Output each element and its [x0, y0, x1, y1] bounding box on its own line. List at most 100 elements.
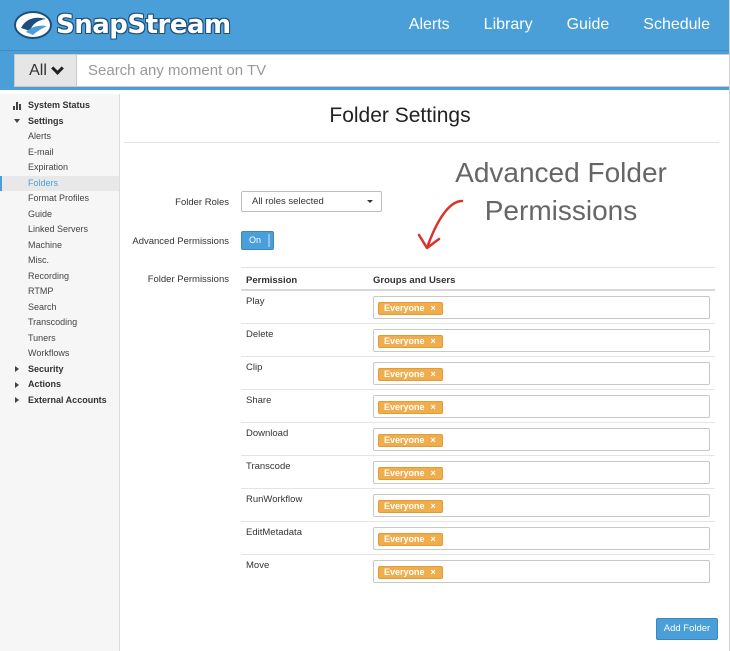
sidebar-item-guide[interactable]: Guide [0, 207, 119, 223]
sidebar-item-label: Security [28, 363, 64, 374]
folder-roles-label: Folder Roles [175, 197, 229, 208]
settings-sidebar: System Status Settings Alerts E-mail Exp… [0, 94, 120, 651]
groups-input[interactable]: Everyone × [373, 494, 710, 517]
remove-tag-icon[interactable]: × [431, 468, 436, 478]
nav-alerts[interactable]: Alerts [409, 16, 450, 34]
groups-input[interactable]: Everyone × [373, 461, 710, 484]
main-nav: Alerts Library Guide Schedule [375, 0, 710, 50]
group-tag-label: Everyone [384, 567, 425, 577]
sidebar-item-search[interactable]: Search [0, 300, 119, 316]
group-tag-label: Everyone [384, 303, 425, 313]
permission-name: Share [246, 395, 272, 406]
permission-name: Play [246, 296, 265, 307]
red-arrow-icon [417, 199, 464, 250]
remove-tag-icon[interactable]: × [431, 336, 436, 346]
caret-right-icon [12, 393, 22, 408]
sidebar-item-label: System Status [28, 100, 91, 110]
groups-input[interactable]: Everyone × [373, 527, 710, 550]
annotation-line-2: Permissions [484, 195, 638, 226]
groups-input[interactable]: Everyone × [373, 428, 710, 451]
group-tag: Everyone × [378, 566, 443, 579]
remove-tag-icon[interactable]: × [431, 501, 436, 511]
groups-input[interactable]: Everyone × [373, 395, 710, 418]
sidebar-item-label: Settings [28, 115, 64, 126]
sidebar-item-folders[interactable]: Folders [0, 175, 119, 191]
folder-settings-panel: Folder Settings Advanced Folder Permissi… [121, 94, 730, 651]
remove-tag-icon[interactable]: × [431, 369, 436, 379]
group-tag: Everyone × [378, 533, 443, 546]
sidebar-item-external-accounts[interactable]: External Accounts [0, 393, 119, 409]
sidebar-item-email[interactable]: E-mail [0, 145, 119, 161]
sidebar-item-workflows[interactable]: Workflows [0, 346, 119, 362]
permission-name: Delete [246, 329, 274, 340]
search-bar: All [0, 50, 730, 90]
group-tag: Everyone × [378, 434, 443, 447]
sidebar-item-rtmp[interactable]: RTMP [0, 284, 119, 300]
sidebar-item-actions[interactable]: Actions [0, 377, 119, 393]
snapstream-logo[interactable]: SnapStream [14, 8, 231, 42]
group-tag-label: Everyone [384, 369, 425, 379]
nav-schedule[interactable]: Schedule [643, 16, 710, 34]
folder-roles-value: All roles selected [252, 196, 324, 207]
group-tag: Everyone × [378, 401, 443, 414]
column-groups-and-users: Groups and Users [373, 275, 456, 286]
group-tag-label: Everyone [384, 501, 425, 511]
top-bar: SnapStream Alerts Library Guide Schedule [0, 0, 730, 50]
group-tag-label: Everyone [384, 534, 425, 544]
add-folder-button[interactable]: Add Folder [656, 618, 718, 640]
sidebar-item-tuners[interactable]: Tuners [0, 331, 119, 347]
sidebar-item-settings[interactable]: Settings [0, 114, 119, 130]
search-scope-label: All [29, 61, 47, 79]
search-scope-dropdown[interactable]: All [15, 55, 77, 86]
column-permission: Permission [246, 275, 298, 286]
sidebar-item-format-profiles[interactable]: Format Profiles [0, 191, 119, 207]
remove-tag-icon[interactable]: × [431, 567, 436, 577]
group-tag: Everyone × [378, 500, 443, 513]
remove-tag-icon[interactable]: × [431, 534, 436, 544]
remove-tag-icon[interactable]: × [431, 402, 436, 412]
sidebar-item-linked-servers[interactable]: Linked Servers [0, 222, 119, 238]
sidebar-item-recording[interactable]: Recording [0, 269, 119, 285]
permission-name: Download [246, 428, 289, 439]
annotation-callout: Advanced Folder Permissions [441, 154, 681, 230]
permission-name: EditMetadata [246, 527, 302, 538]
remove-tag-icon[interactable]: × [431, 435, 436, 445]
search-input[interactable] [77, 55, 729, 86]
table-row: Move Everyone × [241, 555, 715, 588]
groups-input[interactable]: Everyone × [373, 296, 710, 319]
sidebar-item-alerts[interactable]: Alerts [0, 129, 119, 145]
remove-tag-icon[interactable]: × [431, 303, 436, 313]
folder-roles-dropdown[interactable]: All roles selected [241, 191, 382, 212]
sidebar-item-misc[interactable]: Misc. [0, 253, 119, 269]
groups-input[interactable]: Everyone × [373, 362, 710, 385]
search-box: All [14, 54, 730, 87]
sidebar-item-label: External Accounts [28, 394, 107, 405]
folder-permissions-label: Folder Permissions [147, 274, 229, 285]
table-header: Permission Groups and Users [241, 267, 715, 291]
permission-name: Transcode [246, 461, 291, 472]
advanced-permissions-toggle[interactable]: On [241, 231, 274, 250]
brand-name: SnapStream [56, 10, 231, 40]
groups-input[interactable]: Everyone × [373, 329, 710, 352]
group-tag-label: Everyone [384, 402, 425, 412]
sidebar-item-system-status[interactable]: System Status [0, 98, 119, 114]
sidebar-item-expiration[interactable]: Expiration [0, 160, 119, 176]
group-tag: Everyone × [378, 302, 443, 315]
sidebar-item-security[interactable]: Security [0, 362, 119, 378]
caret-right-icon [12, 377, 22, 392]
caret-right-icon [12, 362, 22, 377]
group-tag: Everyone × [378, 368, 443, 381]
annotation-line-1: Advanced Folder [455, 157, 667, 188]
table-row: EditMetadata Everyone × [241, 522, 715, 555]
table-row: Play Everyone × [241, 291, 715, 324]
sidebar-item-transcoding[interactable]: Transcoding [0, 315, 119, 331]
table-row: RunWorkflow Everyone × [241, 489, 715, 522]
nav-library[interactable]: Library [484, 16, 533, 34]
table-row: Download Everyone × [241, 423, 715, 456]
nav-guide[interactable]: Guide [567, 16, 610, 34]
groups-input[interactable]: Everyone × [373, 560, 710, 583]
group-tag-label: Everyone [384, 468, 425, 478]
group-tag: Everyone × [378, 335, 443, 348]
permission-name: Move [246, 560, 270, 571]
sidebar-item-machine[interactable]: Machine [0, 238, 119, 254]
